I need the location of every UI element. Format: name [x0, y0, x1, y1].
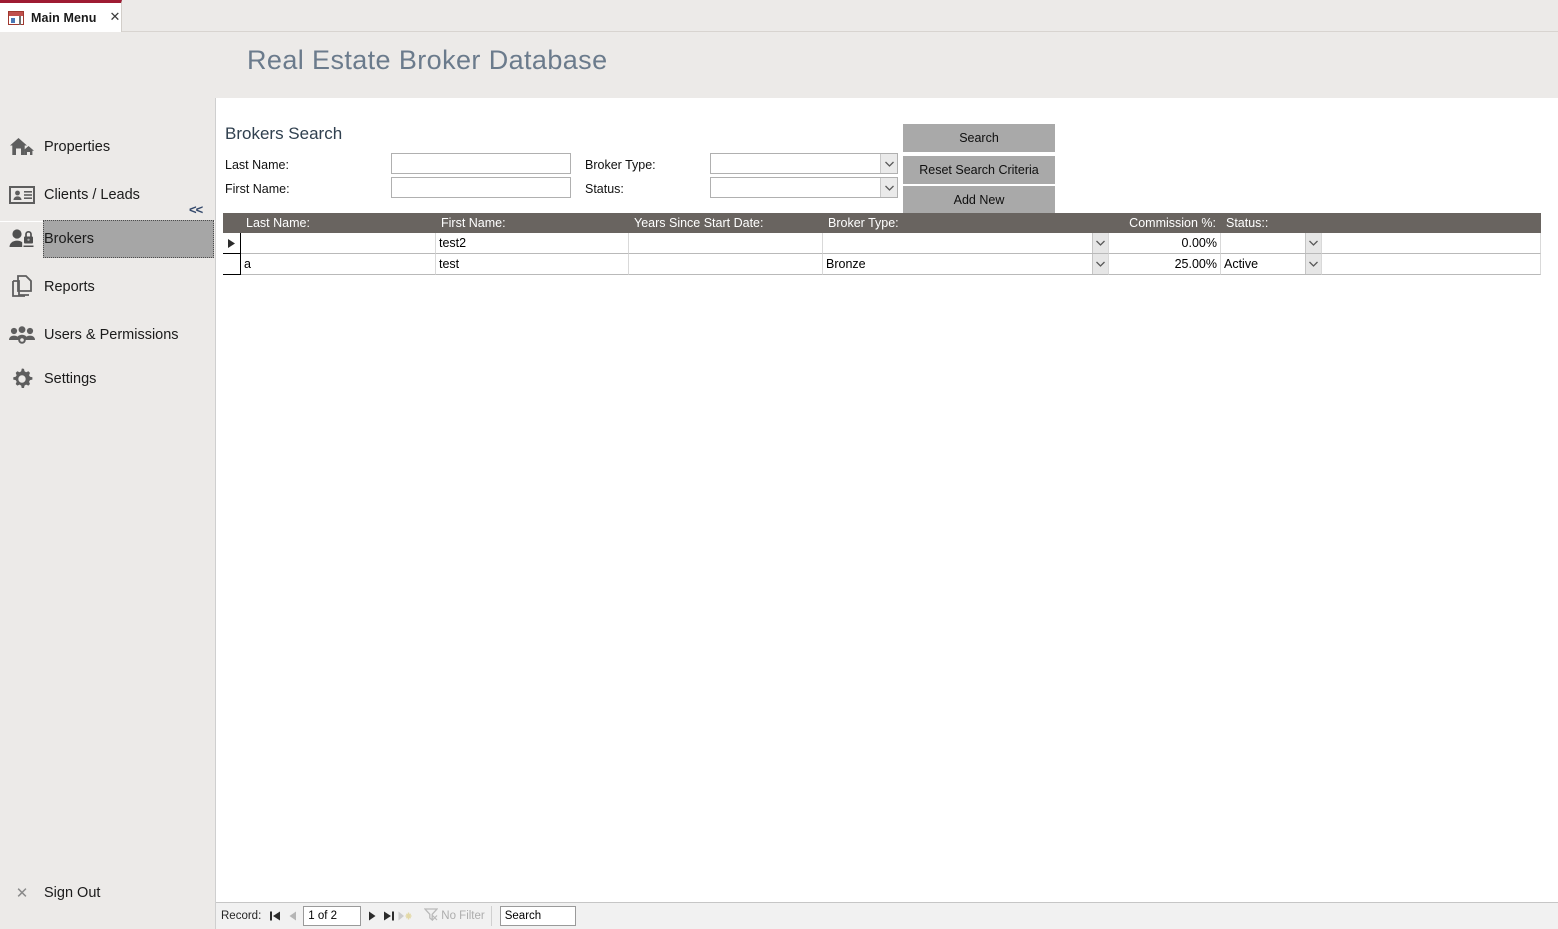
chevron-down-icon[interactable]: [1092, 254, 1108, 274]
brokers-search-panel: Brokers Search Last Name: First Name: Br…: [216, 98, 1558, 214]
datasheet-header-row: Last Name: First Name: Years Since Start…: [223, 213, 1541, 233]
chevron-down-icon[interactable]: [880, 178, 897, 197]
first-name-input[interactable]: [391, 177, 571, 198]
sidebar-item-label: Settings: [44, 371, 97, 387]
first-name-label: First Name:: [225, 182, 290, 196]
record-label: Record:: [221, 910, 262, 922]
status-combo[interactable]: [710, 177, 898, 198]
add-new-button[interactable]: Add New: [903, 186, 1055, 214]
documents-icon: [0, 275, 44, 299]
cell-blank[interactable]: [1322, 233, 1541, 254]
sidebar-item-brokers[interactable]: Brokers: [0, 217, 215, 261]
status-label: Status:: [585, 182, 624, 196]
record-position-input[interactable]: 1 of 2: [303, 906, 362, 926]
record-selector[interactable]: [223, 254, 241, 275]
last-record-button[interactable]: [380, 906, 397, 926]
chevron-down-icon[interactable]: [1092, 233, 1108, 253]
page-title: Real Estate Broker Database: [247, 45, 608, 75]
tab-main-menu[interactable]: Main Menu ✕: [0, 0, 122, 32]
cell-first-name[interactable]: test2: [436, 233, 629, 254]
column-header-years-since[interactable]: Years Since Start Date:: [629, 213, 823, 233]
cell-commission[interactable]: 0.00%: [1109, 233, 1221, 254]
sidebar-item-label: Users & Permissions: [44, 327, 179, 343]
main-content: Brokers Search Last Name: First Name: Br…: [215, 98, 1558, 929]
column-header-broker-type[interactable]: Broker Type:: [823, 213, 1109, 233]
column-header-first-name[interactable]: First Name:: [436, 213, 629, 233]
first-record-button[interactable]: [267, 906, 284, 926]
sidebar-item-properties[interactable]: Properties: [0, 125, 215, 169]
cell-broker-type[interactable]: Bronze: [823, 254, 1109, 275]
sidebar-item-label: Reports: [44, 279, 95, 295]
column-header-commission[interactable]: Commission %:: [1109, 213, 1221, 233]
sidebar-item-label: Clients / Leads: [44, 187, 140, 203]
column-header-blank: [1322, 213, 1541, 233]
cell-status[interactable]: Active: [1221, 254, 1322, 275]
chevron-down-icon[interactable]: [1305, 233, 1321, 253]
close-icon[interactable]: ✕: [109, 11, 120, 24]
house-icon: [0, 136, 44, 158]
cell-status[interactable]: [1221, 233, 1322, 254]
sidebar-item-clients-leads[interactable]: Clients / Leads: [0, 173, 215, 217]
sidebar: << Properties Clients / Leads Brokers Re…: [0, 98, 215, 929]
brokers-datasheet: Last Name: First Name: Years Since Start…: [223, 213, 1541, 275]
users-icon: [0, 325, 44, 345]
record-navigation-bar: Record: 1 of 2 No Filter Search: [216, 902, 1558, 929]
chevron-down-icon[interactable]: [880, 154, 897, 173]
cell-broker-type[interactable]: [823, 233, 1109, 254]
cell-blank[interactable]: [1322, 254, 1541, 275]
broker-type-combo[interactable]: [710, 153, 898, 174]
cell-status-value: Active: [1224, 257, 1259, 271]
column-header-status[interactable]: Status::: [1221, 213, 1322, 233]
panel-title: Brokers Search: [225, 124, 343, 143]
funnel-icon: [423, 908, 439, 924]
sidebar-item-label: Brokers: [44, 231, 94, 247]
cell-broker-type-value: Bronze: [826, 257, 866, 271]
form-icon: [8, 10, 24, 25]
gear-icon: [0, 367, 44, 391]
next-record-button[interactable]: [363, 906, 380, 926]
sidebar-item-settings[interactable]: Settings: [0, 357, 215, 401]
search-input[interactable]: Search: [499, 906, 576, 926]
sidebar-item-users-permissions[interactable]: Users & Permissions: [0, 313, 215, 357]
filter-status[interactable]: No Filter: [423, 906, 492, 926]
last-name-label: Last Name:: [225, 158, 289, 172]
sidebar-item-reports[interactable]: Reports: [0, 265, 215, 309]
chevron-down-icon[interactable]: [1305, 254, 1321, 274]
cell-years-since[interactable]: [629, 254, 823, 275]
table-row[interactable]: test2 0.00%: [223, 233, 1541, 254]
search-button[interactable]: Search: [903, 124, 1055, 152]
record-selector[interactable]: [223, 233, 241, 254]
table-row[interactable]: a test Bronze 25.00% Active: [223, 254, 1541, 275]
tab-strip: Main Menu ✕: [0, 0, 1558, 32]
cell-first-name[interactable]: test: [436, 254, 629, 275]
last-name-input[interactable]: [391, 153, 571, 174]
record-selector-header: [223, 213, 241, 233]
broker-icon: [0, 228, 44, 250]
app-header: Real Estate Broker Database: [0, 32, 1558, 98]
cell-last-name[interactable]: a: [241, 254, 436, 275]
broker-type-label: Broker Type:: [585, 158, 656, 172]
id-card-icon: [0, 185, 44, 205]
filter-label: No Filter: [441, 910, 485, 922]
tab-label: Main Menu: [31, 10, 97, 25]
reset-search-criteria-button[interactable]: Reset Search Criteria: [903, 156, 1055, 184]
previous-record-button[interactable]: [284, 906, 301, 926]
cell-years-since[interactable]: [629, 233, 823, 254]
close-x-icon: ✕: [15, 884, 29, 902]
new-record-button[interactable]: [397, 906, 414, 926]
cell-commission[interactable]: 25.00%: [1109, 254, 1221, 275]
sidebar-item-label: Properties: [44, 139, 111, 155]
sign-out-button[interactable]: ✕ Sign Out: [0, 871, 215, 915]
cell-last-name[interactable]: [241, 233, 436, 254]
column-header-last-name[interactable]: Last Name:: [241, 213, 436, 233]
sign-out-label: Sign Out: [44, 885, 101, 901]
